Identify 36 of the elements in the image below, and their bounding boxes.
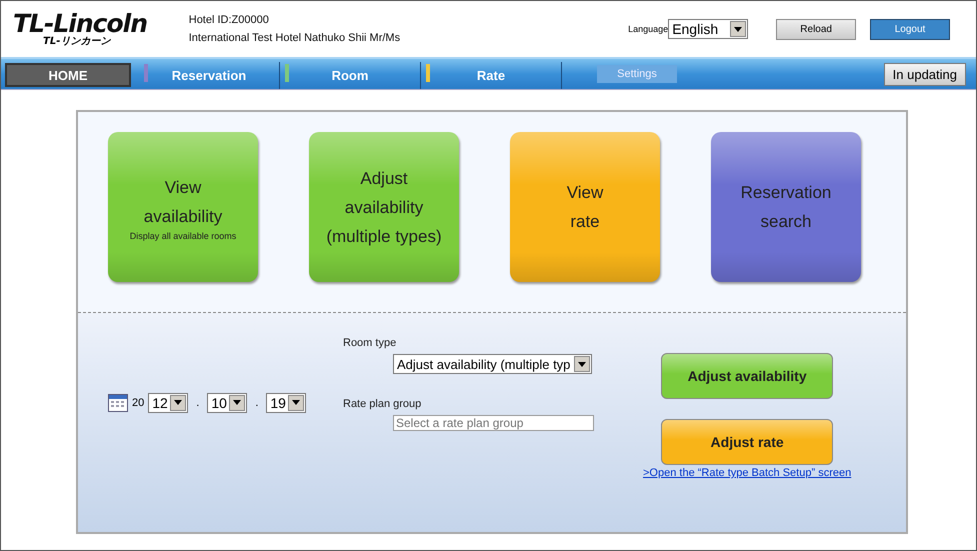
date-select[interactable]: 19 — [266, 392, 306, 412]
menu-tile[interactable]: Adjust availability (multiple types) — [309, 132, 459, 282]
hotel-id: Hotel ID:Z00000 — [188, 14, 270, 26]
nav-tab[interactable]: HOME — [5, 63, 131, 87]
nav-tab[interactable]: Room — [280, 62, 421, 89]
hotel-name: International Test Hotel Nathuko Shii Mr/Ms — [188, 32, 402, 44]
calendar-icon[interactable] — [108, 394, 128, 412]
room-type-select[interactable]: Adjust availability (multiple typ — [393, 354, 592, 374]
language-select[interactable]: English — [668, 19, 748, 39]
date-select[interactable]: 10 — [207, 392, 248, 412]
rate-plan-field[interactable]: Select a rate plan group — [393, 415, 594, 431]
header-button[interactable]: Reload — [776, 18, 856, 40]
nav-tab[interactable]: Reservation — [139, 62, 280, 89]
menu-tile[interactable]: View rate — [510, 132, 660, 282]
year-prefix: 20 — [132, 396, 144, 408]
logo-text: TL-Lincoln — [13, 10, 148, 36]
batch-setup-link[interactable]: >Open the “Rate type Batch Setup” screen — [643, 467, 852, 479]
date-select[interactable]: 12 — [148, 392, 188, 412]
menu-tile[interactable]: View availability Display all available rooms — [108, 132, 258, 282]
rate-plan-label: Rate plan group — [343, 398, 422, 410]
date-separator: . — [255, 396, 258, 408]
nav-tab[interactable]: Rate — [421, 62, 562, 89]
logo-subtitle: TL-リンカーン — [43, 36, 110, 48]
language-label: Language — [628, 24, 668, 34]
status-badge: In updating — [884, 62, 966, 86]
header-button[interactable]: Logout — [870, 18, 950, 40]
dropdown-icon — [730, 21, 746, 37]
date-separator: . — [196, 396, 200, 408]
action-button[interactable]: Adjust availability — [661, 353, 834, 399]
menu-tile[interactable]: Reservation search — [711, 132, 861, 282]
dropdown-icon — [170, 394, 186, 410]
dropdown-icon — [229, 394, 246, 410]
room-type-label: Room type — [343, 337, 396, 349]
dropdown-icon — [288, 394, 304, 410]
dropdown-icon — [574, 356, 590, 372]
action-button[interactable]: Adjust rate — [661, 419, 834, 465]
